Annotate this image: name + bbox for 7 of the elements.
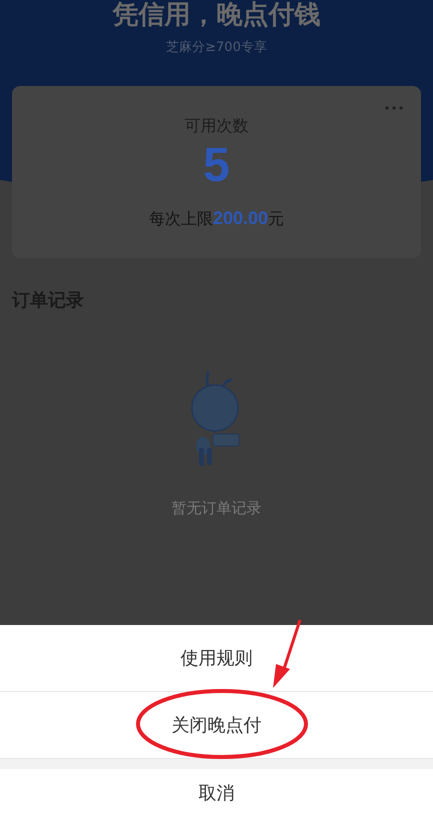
- count-value: 5: [203, 138, 230, 194]
- empty-state-text: 暂无订单记录: [172, 498, 262, 518]
- cancel-button[interactable]: 取消: [0, 769, 433, 817]
- annotation-arrow: [273, 620, 302, 688]
- page-subtitle: 芝麻分≥700专享: [166, 40, 267, 56]
- page-title: 凭信用，晚点付钱: [112, 0, 320, 30]
- more-icon[interactable]: [385, 106, 403, 110]
